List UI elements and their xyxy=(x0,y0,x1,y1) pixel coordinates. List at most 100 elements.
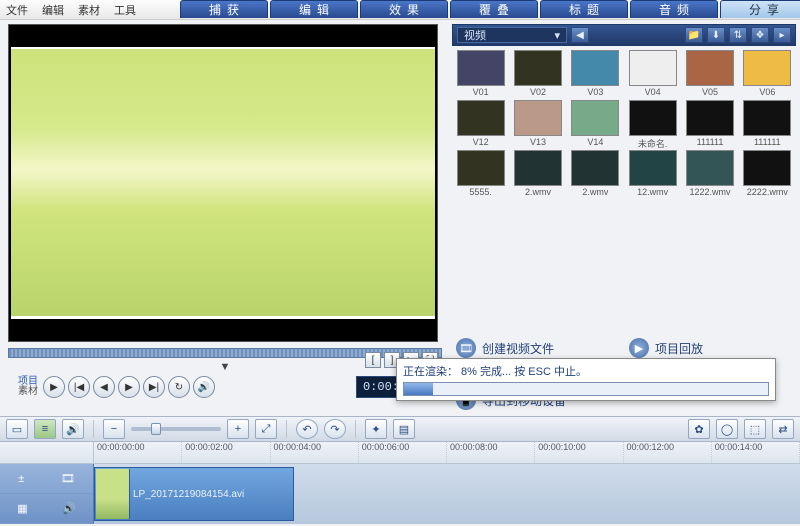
thumb-image xyxy=(686,50,734,86)
timeline-view-button[interactable]: ≡ xyxy=(34,419,56,439)
go-start-button[interactable]: |◀ xyxy=(68,376,90,398)
thumb-image xyxy=(743,100,791,136)
thumb-label: 12.wmv xyxy=(637,187,668,198)
library-thumb[interactable]: V05 xyxy=(683,50,736,98)
undo-button[interactable]: ↶ xyxy=(296,419,318,439)
sort-icon[interactable]: ⇅ xyxy=(729,27,747,43)
expand-icon[interactable]: ▸ xyxy=(773,27,791,43)
library-thumb[interactable]: V04 xyxy=(626,50,679,98)
library-thumb[interactable]: V01 xyxy=(454,50,507,98)
menu-tool[interactable]: 工具 xyxy=(114,2,136,18)
progress-bar xyxy=(403,382,769,396)
thumb-image xyxy=(571,100,619,136)
library-thumb[interactable]: 1222.wmv xyxy=(683,150,736,198)
thumb-label: V06 xyxy=(759,87,775,98)
audio-view-button[interactable]: 🔊 xyxy=(62,419,84,439)
thumb-image xyxy=(686,100,734,136)
ruler-tick: 00:00:12:00 xyxy=(624,442,712,463)
thumb-label: V13 xyxy=(530,137,546,148)
create-audio-action[interactable]: ♪创建音频文件 正在渲染： 8% 完成... 按 ESC 中止。 xyxy=(456,364,619,384)
render-progress-dialog: 正在渲染： 8% 完成... 按 ESC 中止。 xyxy=(396,358,776,401)
library-thumb[interactable]: 12.wmv xyxy=(626,150,679,198)
thumb-label: V14 xyxy=(587,137,603,148)
ruler-tick: 00:00:06:00 xyxy=(359,442,447,463)
tab-capture[interactable]: 捕获 xyxy=(180,0,268,18)
tool-d-button[interactable]: ◯ xyxy=(716,419,738,439)
share-actions: 🎞创建视频文件 ▶项目回放 ♪创建音频文件 正在渲染： 8% 完成... 按 E… xyxy=(452,332,796,416)
tab-audio[interactable]: 音频 xyxy=(630,0,718,18)
library-category-dropdown[interactable]: 视频▾ xyxy=(457,27,567,43)
manage-icon[interactable]: ❖ xyxy=(751,27,769,43)
fit-button[interactable]: ⤢ xyxy=(255,419,277,439)
folder-icon[interactable]: 📁 xyxy=(685,27,703,43)
thumb-image xyxy=(629,50,677,86)
library-thumb[interactable]: 未命名. xyxy=(626,100,679,148)
import-icon[interactable]: ⬇ xyxy=(707,27,725,43)
library-thumb[interactable]: V14 xyxy=(569,100,622,148)
play-button[interactable]: ▶ xyxy=(43,376,65,398)
menu-edit[interactable]: 编辑 xyxy=(42,2,64,18)
progress-text: 正在渲染： 8% 完成... 按 ESC 中止。 xyxy=(403,363,769,379)
thumb-image xyxy=(457,100,505,136)
timeline-toolbar: ▭ ≡ 🔊 − + ⤢ ↶ ↷ ✦ ▤ ✿ ◯ ⬚ ⇄ xyxy=(0,416,800,442)
mark-in-button[interactable]: [ xyxy=(365,352,381,368)
library-thumb[interactable]: 111111 xyxy=(741,100,794,148)
library-pane: 视频▾ ◀ 📁 ⬇ ⇅ ❖ ▸ V01 V02V03 V04 V05 V06 V12 V13… xyxy=(450,20,800,416)
scroll-toggle-button[interactable]: ⇄ xyxy=(772,419,794,439)
thumb-label: V01 xyxy=(473,87,489,98)
thumb-image xyxy=(457,50,505,86)
tool-a-button[interactable]: ✦ xyxy=(365,419,387,439)
track-area[interactable]: LP_20171219084154.avi xyxy=(94,464,800,524)
menu-file[interactable]: 文件 xyxy=(6,2,28,18)
clip-label: LP_20171219084154.avi xyxy=(133,489,244,500)
library-thumb[interactable]: 2.wmv xyxy=(511,150,564,198)
menu-clip[interactable]: 素材 xyxy=(78,2,100,18)
tab-effect[interactable]: 效果 xyxy=(360,0,448,18)
play-icon: ▶ xyxy=(629,338,649,358)
thumb-label: 2222.wmv xyxy=(747,187,788,198)
library-thumb[interactable]: V12 xyxy=(454,100,507,148)
thumb-image xyxy=(629,100,677,136)
library-thumb[interactable]: 2.wmv xyxy=(569,150,622,198)
tab-overlay[interactable]: 覆叠 xyxy=(450,0,538,18)
tool-c-button[interactable]: ✿ xyxy=(688,419,710,439)
library-thumb[interactable]: V13 xyxy=(511,100,564,148)
repeat-button[interactable]: ↻ xyxy=(168,376,190,398)
thumb-image xyxy=(571,50,619,86)
toggle-track-icon[interactable]: ± xyxy=(18,473,24,485)
tool-e-button[interactable]: ⬚ xyxy=(744,419,766,439)
volume-button[interactable]: 🔊 xyxy=(193,376,215,398)
library-thumb[interactable]: 2222.wmv xyxy=(741,150,794,198)
tab-share[interactable]: 分享 xyxy=(720,0,800,18)
video-clip[interactable]: LP_20171219084154.avi xyxy=(94,467,294,521)
library-thumb[interactable]: V02 xyxy=(511,50,564,98)
thumb-label: 2.wmv xyxy=(525,187,551,198)
library-thumb[interactable]: 5555. xyxy=(454,150,507,198)
tool-b-button[interactable]: ▤ xyxy=(393,419,415,439)
redo-button[interactable]: ↷ xyxy=(324,419,346,439)
go-end-button[interactable]: ▶| xyxy=(143,376,165,398)
zoom-in-button[interactable]: + xyxy=(227,419,249,439)
create-video-action[interactable]: 🎞创建视频文件 xyxy=(456,338,619,358)
mode-clip[interactable]: 素材 xyxy=(8,387,40,397)
tab-title[interactable]: 标题 xyxy=(540,0,628,18)
library-thumb[interactable]: 111111 xyxy=(683,100,736,148)
library-thumb[interactable]: V03 xyxy=(569,50,622,98)
thumb-label: V04 xyxy=(645,87,661,98)
film-icon: 🎞 xyxy=(456,338,476,358)
project-playback-action[interactable]: ▶项目回放 xyxy=(629,338,792,358)
audio-track-icon[interactable]: 🔊 xyxy=(62,502,76,515)
storyboard-view-button[interactable]: ▭ xyxy=(6,419,28,439)
time-ruler[interactable]: 00:00:00:0000:00:02:0000:00:04:0000:00:0… xyxy=(0,442,800,464)
zoom-slider[interactable] xyxy=(131,427,221,431)
next-frame-button[interactable]: ▶ xyxy=(118,376,140,398)
ruler-tick: 00:00:14:00 xyxy=(712,442,800,463)
zoom-out-button[interactable]: − xyxy=(103,419,125,439)
library-thumb[interactable]: V06 xyxy=(741,50,794,98)
lib-prev-icon[interactable]: ◀ xyxy=(571,27,589,43)
track-visibility-icon[interactable]: ▦ xyxy=(17,502,27,515)
tab-edit[interactable]: 编辑 xyxy=(270,0,358,18)
thumb-label: 111111 xyxy=(754,137,781,148)
prev-frame-button[interactable]: ◀ xyxy=(93,376,115,398)
video-track-icon[interactable]: 🎞 xyxy=(61,472,75,485)
